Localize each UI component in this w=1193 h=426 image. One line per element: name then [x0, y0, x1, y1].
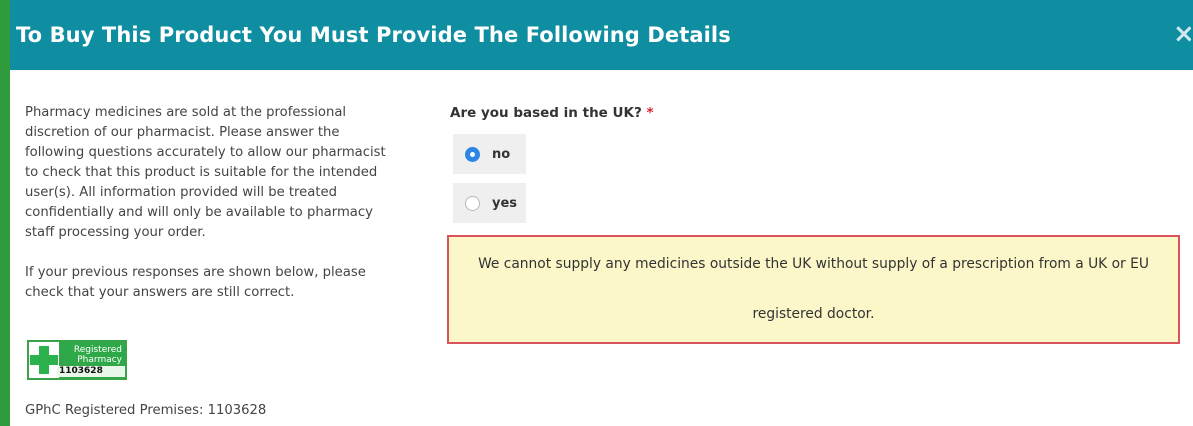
- info-paragraph: Pharmacy medicines are sold at the profe…: [25, 105, 386, 240]
- alert-text: We cannot supply any medicines outside t…: [478, 256, 1149, 272]
- warning-alert: We cannot supply any medicines outside t…: [447, 235, 1180, 344]
- badge-number: 1103628: [57, 366, 125, 377]
- modal-header: To Buy This Product You Must Provide The…: [10, 0, 1193, 70]
- gphc-registration: GPhC Registered Premises: 1103628: [25, 403, 267, 418]
- modal-title: To Buy This Product You Must Provide The…: [16, 23, 731, 47]
- radio-option-no[interactable]: no: [453, 134, 526, 174]
- info-text: Pharmacy medicines are sold at the profe…: [25, 103, 393, 303]
- radio-option-label: no: [492, 146, 511, 162]
- close-icon[interactable]: ×: [1173, 20, 1191, 48]
- uk-question-label: Are you based in the UK? *: [450, 105, 654, 121]
- radio-option-yes[interactable]: yes: [453, 183, 526, 223]
- required-marker: *: [646, 105, 654, 121]
- radio-button[interactable]: [465, 146, 480, 162]
- radio-button[interactable]: [465, 195, 480, 211]
- green-cross-icon: [29, 342, 59, 378]
- page-edge: [0, 0, 10, 426]
- radio-option-label: yes: [492, 195, 518, 211]
- registered-pharmacy-badge: Registered Pharmacy 1103628: [27, 340, 127, 380]
- alert-text: registered doctor.: [752, 306, 875, 322]
- info-paragraph: If your previous responses are shown bel…: [25, 265, 366, 300]
